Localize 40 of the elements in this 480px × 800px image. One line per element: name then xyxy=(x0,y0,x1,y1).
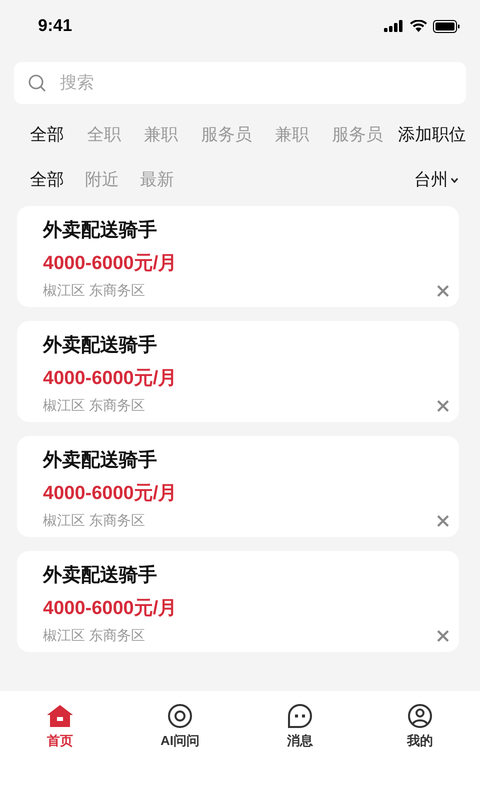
job-location: 椒江区 东商务区 xyxy=(43,626,145,645)
job-title: 外卖配送骑手 xyxy=(43,218,157,243)
search-field[interactable]: 搜索 xyxy=(14,62,466,104)
category-tab[interactable]: 全部 xyxy=(30,122,64,148)
job-salary: 4000-6000元/月 xyxy=(43,252,178,276)
close-icon[interactable] xyxy=(437,515,449,527)
search-input[interactable]: 搜索 xyxy=(60,70,452,96)
caret-icon xyxy=(451,178,458,182)
filter-tab[interactable]: 全部 xyxy=(30,167,64,193)
tab-bar-item[interactable]: 我的 xyxy=(360,703,480,750)
close-icon[interactable] xyxy=(437,630,449,642)
job-card[interactable]: 外卖配送骑手 4000-6000元/月 椒江区 东商务区 xyxy=(17,206,459,307)
search-icon xyxy=(28,74,46,92)
job-title: 外卖配送骑手 xyxy=(43,334,157,358)
wifi-icon xyxy=(410,20,427,32)
job-card[interactable]: 外卖配送骑手 4000-6000元/月 椒江区 东商务区 xyxy=(17,551,459,652)
user-icon xyxy=(408,704,432,728)
status-time: 9:41 xyxy=(38,15,72,38)
job-salary: 4000-6000元/月 xyxy=(43,367,178,391)
job-title: 外卖配送骑手 xyxy=(43,564,157,588)
job-salary: 4000-6000元/月 xyxy=(43,597,178,621)
add-position-button[interactable]: 添加职位 xyxy=(398,122,466,148)
chat-bubble-icon xyxy=(288,704,312,728)
tab-bar-item[interactable]: 消息 xyxy=(240,703,360,750)
close-icon[interactable] xyxy=(437,285,449,297)
job-location: 椒江区 东商务区 xyxy=(43,396,145,415)
close-icon[interactable] xyxy=(437,400,449,412)
job-salary: 4000-6000元/月 xyxy=(43,482,178,506)
battery-icon xyxy=(433,20,460,32)
job-card[interactable]: 外卖配送骑手 4000-6000元/月 椒江区 东商务区 xyxy=(17,321,459,422)
job-location: 椒江区 东商务区 xyxy=(43,281,145,300)
tab-bar-item[interactable]: 首页 xyxy=(0,703,120,750)
tab-bar-item[interactable]: AI问问 xyxy=(120,703,240,750)
home-icon xyxy=(46,704,74,728)
signal-icon xyxy=(384,20,404,32)
job-location: 椒江区 东商务区 xyxy=(43,511,145,530)
target-icon xyxy=(168,704,192,728)
job-card[interactable]: 外卖配送骑手 4000-6000元/月 椒江区 东商务区 xyxy=(17,436,459,537)
job-title: 外卖配送骑手 xyxy=(43,448,157,473)
city-selector[interactable]: 台州 xyxy=(414,167,458,193)
